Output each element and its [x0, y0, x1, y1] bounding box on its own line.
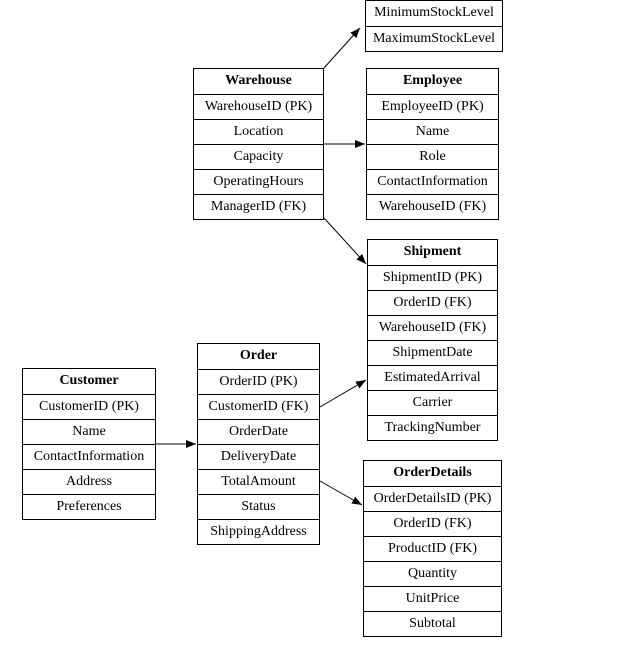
edge-order-orderdetails — [319, 480, 363, 506]
edge-order-shipment — [319, 379, 367, 408]
edge-warehouse-shipment — [323, 217, 367, 265]
edge-warehouse-stocklevels — [323, 27, 361, 69]
relationship-edges — [156, 27, 367, 506]
